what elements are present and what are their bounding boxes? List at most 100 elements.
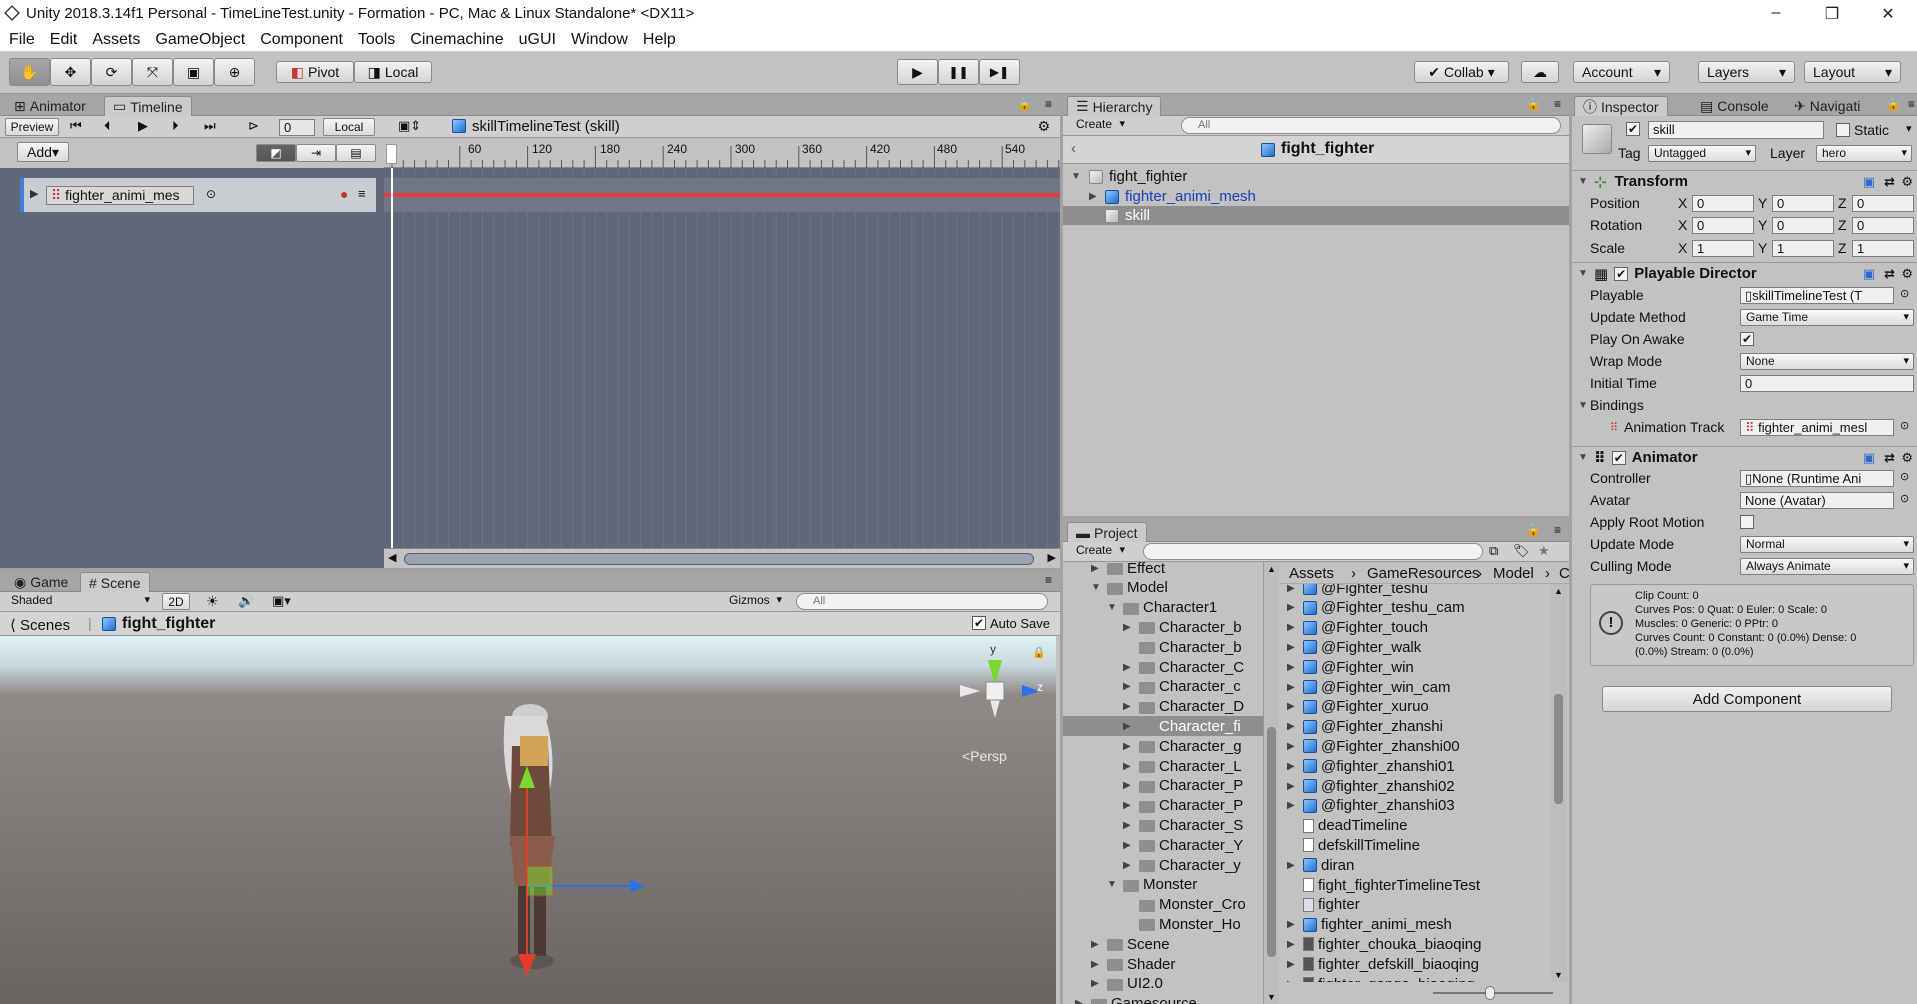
asset-item[interactable]: defskillTimeline <box>1281 835 1420 855</box>
close-button[interactable]: ✕ <box>1868 4 1908 24</box>
object-picker-icon[interactable]: ⊙ <box>1900 470 1909 483</box>
step-button[interactable]: ▶❚ <box>979 59 1020 85</box>
collapse-icon[interactable]: ▼ <box>1578 452 1590 463</box>
panel-menu-icon[interactable]: ≡ <box>1045 573 1052 587</box>
expand-icon[interactable]: ▶ <box>1287 939 1299 950</box>
timeline-settings-icon[interactable]: ⚙ <box>1037 118 1050 135</box>
persp-label[interactable]: <Persp <box>962 748 1007 764</box>
culling-mode-dropdown[interactable]: Always Animate <box>1740 558 1914 575</box>
expand-icon[interactable]: ▶ <box>1287 919 1299 930</box>
scale-z-field[interactable]: 1 <box>1852 240 1914 257</box>
folder-tree-item[interactable]: ▼ Character1 <box>1063 598 1263 618</box>
scroll-down-icon[interactable]: ▼ <box>1267 992 1276 1002</box>
playable-field[interactable]: ▯skillTimelineTest (T <box>1740 287 1894 304</box>
folder-tree-item[interactable]: ▶ Shader <box>1063 954 1263 974</box>
expand-icon[interactable]: ▶ <box>1287 701 1299 712</box>
expand-icon[interactable]: ▶ <box>1123 840 1135 851</box>
lighting-icon[interactable]: ☀ <box>206 593 219 610</box>
frame-field[interactable]: 0 <box>279 119 315 136</box>
asset-item[interactable]: fighter <box>1281 895 1360 915</box>
panel-menu-icon[interactable]: ≡ <box>1045 97 1052 111</box>
folder-tree-item[interactable]: ▶ Character_g <box>1063 736 1263 756</box>
cloud-button[interactable]: ☁ <box>1521 61 1559 83</box>
scale-x-field[interactable]: 1 <box>1692 240 1754 257</box>
asset-scrollbar[interactable]: ▲ ▼ <box>1551 584 1567 982</box>
folder-tree-item[interactable]: ▶ Character_D <box>1063 697 1263 717</box>
asset-item[interactable]: fight_fighterTimelineTest <box>1281 875 1480 895</box>
update-method-dropdown[interactable]: Game Time <box>1740 309 1914 326</box>
folder-tree-item[interactable]: ▶ Gamesource <box>1063 994 1263 1004</box>
play-range-icon[interactable]: ⊳ <box>248 118 259 134</box>
breadcrumb-model[interactable]: Model <box>1493 565 1534 582</box>
effects-icon[interactable]: ▣▾ <box>272 593 291 609</box>
collapse-icon[interactable]: ▼ <box>1578 400 1590 411</box>
project-create-button[interactable]: Create <box>1071 543 1129 560</box>
track-name-field[interactable]: ⠿ fighter_animi_mes <box>46 186 194 205</box>
preset-icon[interactable]: ⇄ <box>1884 266 1895 282</box>
panel-menu-icon[interactable]: ≡ <box>1554 97 1561 111</box>
wrap-mode-dropdown[interactable]: None <box>1740 353 1914 370</box>
expand-icon[interactable]: ▶ <box>1287 741 1299 752</box>
expand-icon[interactable]: ▼ <box>1071 171 1083 182</box>
expand-icon[interactable]: ▼ <box>1107 879 1119 890</box>
expand-icon[interactable]: ▶ <box>1287 662 1299 673</box>
layer-dropdown[interactable]: hero <box>1816 145 1912 162</box>
gear-icon[interactable]: ⚙ <box>1901 266 1913 282</box>
folder-tree-item[interactable]: ▶ Effect <box>1063 562 1263 578</box>
back-arrow-icon[interactable]: ‹ <box>1071 140 1076 157</box>
folder-tree-item[interactable]: ▶ Character_P <box>1063 776 1263 796</box>
account-dropdown[interactable]: Account ▾ <box>1573 61 1670 83</box>
menu-help[interactable]: Help <box>643 31 676 49</box>
expand-icon[interactable]: ▶ <box>1123 800 1135 811</box>
collapse-icon[interactable]: ▼ <box>1578 176 1590 187</box>
object-picker-icon[interactable]: ⊙ <box>1900 492 1909 505</box>
maximize-button[interactable]: ❐ <box>1812 4 1852 24</box>
folder-tree-item[interactable]: Character_b <box>1063 637 1263 657</box>
animation-track[interactable]: ▶ ⠿ fighter_animi_mes ⊙ ● ≡ <box>20 178 376 212</box>
tab-animator[interactable]: ⊞ Animator <box>6 96 94 116</box>
rotate-tool-button[interactable]: ⟳ <box>91 58 132 86</box>
timeline-content[interactable]: 60 120 180 240 300 360 420 480 540 ◀ ▶ <box>384 138 1060 568</box>
folder-tree-item[interactable]: ▶ Character_c <box>1063 677 1263 697</box>
rotation-x-field[interactable]: 0 <box>1692 217 1754 234</box>
folder-tree-item[interactable]: ▼ Monster <box>1063 875 1263 895</box>
asset-item[interactable]: ▶ @Fighter_xuruo <box>1281 697 1429 717</box>
transform-header[interactable]: ▼ ⊹ Transform ▣ ⇄ ⚙ <box>1572 170 1917 192</box>
expand-icon[interactable]: ▶ <box>1287 622 1299 633</box>
preset-icon[interactable]: ⇄ <box>1884 450 1895 466</box>
preset-icon[interactable]: ⇄ <box>1884 174 1895 190</box>
expand-icon[interactable]: ▶ <box>1287 860 1299 871</box>
play-button[interactable]: ▶ <box>897 59 938 85</box>
tree-scroll-thumb[interactable] <box>1267 727 1276 957</box>
hierarchy-row[interactable]: ▼ fight_fighter <box>1063 167 1569 186</box>
rect-tool-button[interactable]: ▣ <box>173 58 214 86</box>
hierarchy-search-input[interactable]: All <box>1181 117 1561 134</box>
asset-item[interactable]: deadTimeline <box>1281 816 1408 836</box>
play-on-awake-checkbox[interactable]: ✔ <box>1740 332 1754 346</box>
asset-item[interactable]: ▶ @Fighter_win_cam <box>1281 677 1450 697</box>
expand-icon[interactable]: ▶ <box>1287 682 1299 693</box>
expand-icon[interactable]: ▶ <box>1123 662 1135 673</box>
folder-tree-item[interactable]: ▶ Character_P <box>1063 796 1263 816</box>
menu-gameobject[interactable]: GameObject <box>155 31 245 49</box>
expand-icon[interactable]: ▶ <box>1123 622 1135 633</box>
initial-time-field[interactable]: 0 <box>1740 375 1914 392</box>
expand-icon[interactable]: ▶ <box>1123 860 1135 871</box>
animator-header[interactable]: ▼ ⠿ ✔ Animator ▣ ⇄ ⚙ <box>1572 446 1917 468</box>
project-search-input[interactable] <box>1143 543 1483 560</box>
expand-icon[interactable]: ▶ <box>1287 642 1299 653</box>
lock-icon[interactable]: 🔒 <box>1526 97 1541 111</box>
2d-toggle[interactable]: 2D <box>162 593 190 610</box>
avatar-field[interactable]: None (Avatar) <box>1740 492 1894 509</box>
object-picker-icon[interactable]: ⊙ <box>1900 287 1909 300</box>
expand-icon[interactable]: ▶ <box>1091 959 1103 970</box>
position-y-field[interactable]: 0 <box>1772 195 1834 212</box>
asset-item[interactable]: ▶ @Fighter_win <box>1281 657 1414 677</box>
collapse-icon[interactable]: ▼ <box>1578 268 1590 279</box>
animator-enabled-checkbox[interactable]: ✔ <box>1611 450 1626 465</box>
playhead-handle[interactable] <box>386 144 397 164</box>
menu-cinemachine[interactable]: Cinemachine <box>410 31 503 49</box>
folder-tree-item[interactable]: ▼ Model <box>1063 578 1263 598</box>
transform-tool-button[interactable]: ⊕ <box>214 58 255 86</box>
gear-icon[interactable]: ⚙ <box>1901 450 1913 466</box>
